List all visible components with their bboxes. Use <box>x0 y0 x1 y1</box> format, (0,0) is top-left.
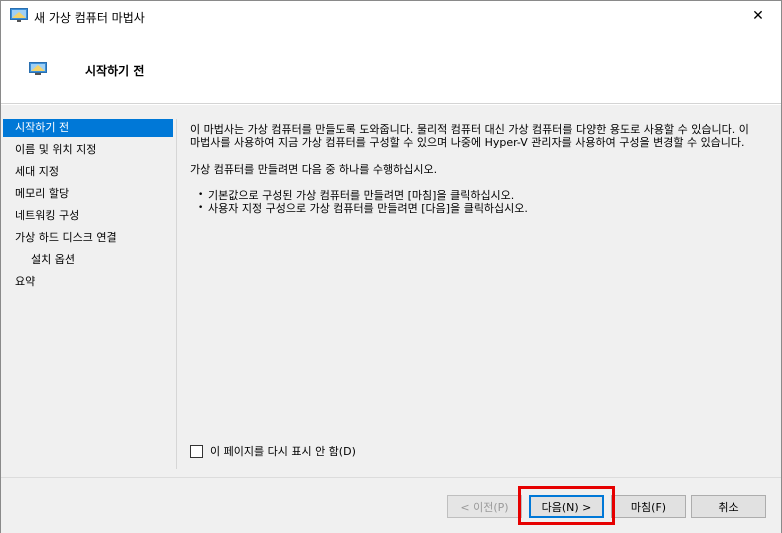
cancel-button[interactable]: 취소 <box>691 495 766 518</box>
nav-item-virtual-disk[interactable]: 가상 하드 디스크 연결 <box>3 229 173 247</box>
nav-item-summary[interactable]: 요약 <box>3 273 173 291</box>
dont-show-again-checkbox[interactable] <box>190 444 203 458</box>
vm-monitor-icon <box>29 62 47 76</box>
wizard-footer: < 이전(P) 다음(N) > 마침(F) 취소 <box>1 477 781 533</box>
wizard-window: 새 가상 컴퓨터 마법사 ✕ 시작하기 전 시작하기 전 이름 및 위치 지정 … <box>0 0 782 533</box>
title-bar: 새 가상 컴퓨터 마법사 ✕ <box>1 1 781 31</box>
list-item: • 기본값으로 구성된 가상 컴퓨터를 만들려면 [마침]을 클릭하십시오. <box>198 189 770 202</box>
close-icon: ✕ <box>752 8 764 24</box>
option-bullets: • 기본값으로 구성된 가상 컴퓨터를 만들려면 [마침]을 클릭하십시오. •… <box>190 189 770 215</box>
nav-item-name-location[interactable]: 이름 및 위치 지정 <box>3 141 173 159</box>
content-area: 시작하기 전 이름 및 위치 지정 세대 지정 메모리 할당 네트워킹 구성 가… <box>1 105 781 477</box>
next-button[interactable]: 다음(N) > <box>529 495 604 518</box>
bullet-text-finish: 기본값으로 구성된 가상 컴퓨터를 만들려면 [마침]을 클릭하십시오. <box>208 189 515 202</box>
wizard-steps-nav: 시작하기 전 이름 및 위치 지정 세대 지정 메모리 할당 네트워킹 구성 가… <box>1 119 175 477</box>
nav-item-networking[interactable]: 네트워킹 구성 <box>3 207 173 225</box>
bullet-icon: • <box>198 190 204 200</box>
nav-item-install-options[interactable]: 설치 옵션 <box>3 251 173 269</box>
instruction-text: 가상 컴퓨터를 만들려면 다음 중 하나를 수행하십시오. <box>190 163 438 176</box>
close-button[interactable]: ✕ <box>735 1 781 31</box>
sidebar-divider <box>176 119 177 469</box>
list-item: • 사용자 지정 구성으로 가상 컴퓨터를 만들려면 [다음]을 클릭하십시오. <box>198 202 770 215</box>
page-title: 시작하기 전 <box>85 64 145 78</box>
previous-button[interactable]: < 이전(P) <box>447 495 522 518</box>
nav-item-generation[interactable]: 세대 지정 <box>3 163 173 181</box>
finish-button[interactable]: 마침(F) <box>611 495 686 518</box>
window-title: 새 가상 컴퓨터 마법사 <box>34 11 145 25</box>
bullet-icon: • <box>198 203 204 213</box>
intro-text: 이 마법사는 가상 컴퓨터를 만들도록 도와줍니다. 물리적 컴퓨터 대신 가상… <box>190 123 749 149</box>
nav-item-memory[interactable]: 메모리 할당 <box>3 185 173 203</box>
dont-show-again-label[interactable]: 이 페이지를 다시 표시 안 함(D) <box>210 443 356 459</box>
bullet-text-next: 사용자 지정 구성으로 가상 컴퓨터를 만들려면 [다음]을 클릭하십시오. <box>208 202 528 215</box>
wizard-header: 시작하기 전 <box>1 31 781 104</box>
nav-item-before-you-begin[interactable]: 시작하기 전 <box>3 119 173 137</box>
vm-monitor-icon <box>10 8 28 23</box>
dont-show-again-option[interactable]: 이 페이지를 다시 표시 안 함(D) <box>190 443 356 459</box>
main-panel: 이 마법사는 가상 컴퓨터를 만들도록 도와줍니다. 물리적 컴퓨터 대신 가상… <box>190 123 770 463</box>
